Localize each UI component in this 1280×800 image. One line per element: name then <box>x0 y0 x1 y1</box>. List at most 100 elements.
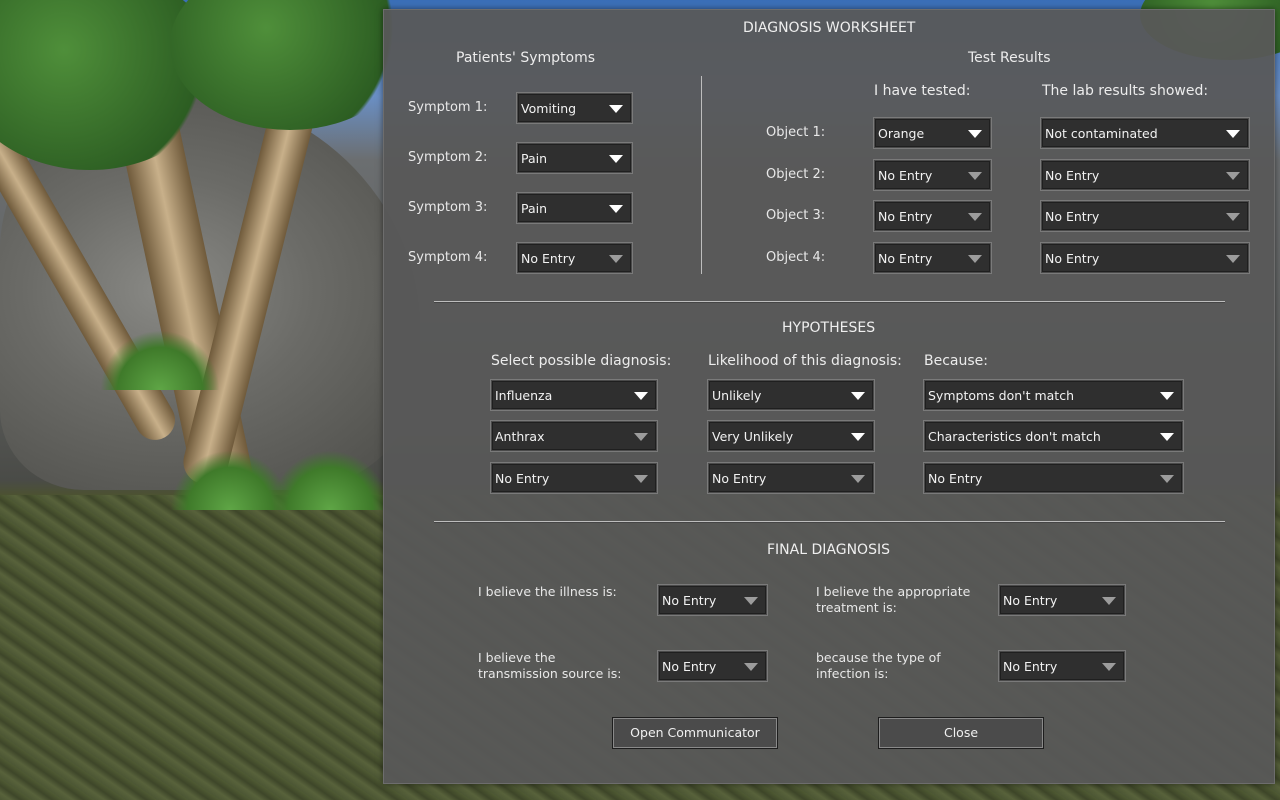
symptom-1-value: Vomiting <box>521 101 577 116</box>
transmission-source-label-line-2: transmission source is: <box>478 666 622 681</box>
object-1-lab-dropdown[interactable]: Not contaminated <box>1041 118 1249 148</box>
object-2-label: Object 2: <box>766 167 826 182</box>
illness-label-text: I believe the illness is: <box>478 584 617 599</box>
hypothesis-2-because-value: Characteristics don't match <box>928 429 1101 444</box>
chevron-down-icon <box>1226 213 1240 221</box>
hypotheses-heading: HYPOTHESES <box>782 320 876 336</box>
hypothesis-3-because-value: No Entry <box>928 471 983 486</box>
close-button[interactable]: Close <box>878 717 1044 749</box>
hypothesis-1-because-dropdown[interactable]: Symptoms don't match <box>924 380 1183 410</box>
illness-dropdown[interactable]: No Entry <box>658 585 767 615</box>
illness-label: I believe the illness is: <box>478 584 648 600</box>
hypothesis-1-likelihood-dropdown[interactable]: Unlikely <box>708 380 874 410</box>
symptom-1-label: Symptom 1: <box>408 100 488 115</box>
infection-type-label-line-2: infection is: <box>816 666 889 681</box>
hypothesis-3-because-dropdown[interactable]: No Entry <box>924 463 1183 493</box>
because-column-header: Because: <box>924 353 988 369</box>
chevron-down-icon <box>609 255 623 263</box>
object-2-tested-dropdown[interactable]: No Entry <box>874 160 991 190</box>
hypothesis-2-likelihood-dropdown[interactable]: Very Unlikely <box>708 421 874 451</box>
object-3-tested-value: No Entry <box>878 209 933 224</box>
object-4-label: Object 4: <box>766 250 826 265</box>
object-2-tested-value: No Entry <box>878 168 933 183</box>
object-3-lab-value: No Entry <box>1045 209 1100 224</box>
lab-results-column-header: The lab results showed: <box>1042 83 1209 99</box>
hypothesis-3-likelihood-dropdown[interactable]: No Entry <box>708 463 874 493</box>
open-communicator-button[interactable]: Open Communicator <box>612 717 778 749</box>
treatment-dropdown[interactable]: No Entry <box>999 585 1125 615</box>
symptom-2-dropdown[interactable]: Pain <box>517 143 632 173</box>
object-4-lab-value: No Entry <box>1045 251 1100 266</box>
infection-type-dropdown[interactable]: No Entry <box>999 651 1125 681</box>
chevron-down-icon <box>1102 597 1116 605</box>
transmission-source-dropdown[interactable]: No Entry <box>658 651 767 681</box>
chevron-down-icon <box>634 433 648 441</box>
likelihood-column-header: Likelihood of this diagnosis: <box>708 353 902 369</box>
transmission-source-value: No Entry <box>662 659 717 674</box>
chevron-down-icon <box>609 205 623 213</box>
object-2-lab-dropdown[interactable]: No Entry <box>1041 160 1249 190</box>
chevron-down-icon <box>609 105 623 113</box>
chevron-down-icon <box>851 475 865 483</box>
chevron-down-icon <box>634 475 648 483</box>
symptoms-heading: Patients' Symptoms <box>456 50 596 66</box>
symptom-3-label: Symptom 3: <box>408 200 488 215</box>
object-3-tested-dropdown[interactable]: No Entry <box>874 201 991 231</box>
chevron-down-icon <box>1160 392 1174 400</box>
hypothesis-2-because-dropdown[interactable]: Characteristics don't match <box>924 421 1183 451</box>
infection-type-label-line-1: because the type of <box>816 650 941 665</box>
object-1-lab-value: Not contaminated <box>1045 126 1158 141</box>
chevron-down-icon <box>744 597 758 605</box>
symptom-3-value: Pain <box>521 201 548 216</box>
chevron-down-icon <box>609 155 623 163</box>
hypothesis-2-diagnosis-value: Anthrax <box>495 429 545 444</box>
hypothesis-1-because-value: Symptoms don't match <box>928 388 1075 403</box>
hypothesis-1-diagnosis-value: Influenza <box>495 388 553 403</box>
treatment-label-line-2: treatment is: <box>816 600 897 615</box>
transmission-source-label: I believe the transmission source is: <box>478 650 648 682</box>
section-divider <box>434 521 1225 522</box>
treatment-value: No Entry <box>1003 593 1058 608</box>
hypothesis-1-likelihood-value: Unlikely <box>712 388 762 403</box>
chevron-down-icon <box>851 392 865 400</box>
treatment-label-line-1: I believe the appropriate <box>816 584 971 599</box>
object-2-lab-value: No Entry <box>1045 168 1100 183</box>
symptom-4-value: No Entry <box>521 251 576 266</box>
chevron-down-icon <box>1226 130 1240 138</box>
object-4-lab-dropdown[interactable]: No Entry <box>1041 243 1249 273</box>
chevron-down-icon <box>1160 475 1174 483</box>
object-3-lab-dropdown[interactable]: No Entry <box>1041 201 1249 231</box>
hypothesis-3-diagnosis-value: No Entry <box>495 471 550 486</box>
chevron-down-icon <box>1102 663 1116 671</box>
section-divider <box>434 301 1225 302</box>
object-3-label: Object 3: <box>766 208 826 223</box>
treatment-label: I believe the appropriate treatment is: <box>816 584 986 616</box>
chevron-down-icon <box>1160 433 1174 441</box>
fern-plant <box>100 330 220 390</box>
symptom-4-dropdown[interactable]: No Entry <box>517 243 632 273</box>
symptom-3-dropdown[interactable]: Pain <box>517 193 632 223</box>
hypothesis-2-diagnosis-dropdown[interactable]: Anthrax <box>491 421 657 451</box>
chevron-down-icon <box>968 255 982 263</box>
diagnosis-worksheet-panel: DIAGNOSIS WORKSHEET Patients' Symptoms S… <box>383 9 1275 784</box>
test-results-heading: Test Results <box>968 50 1051 66</box>
hypothesis-3-diagnosis-dropdown[interactable]: No Entry <box>491 463 657 493</box>
hypothesis-3-likelihood-value: No Entry <box>712 471 767 486</box>
object-1-tested-dropdown[interactable]: Orange <box>874 118 991 148</box>
chevron-down-icon <box>851 433 865 441</box>
chevron-down-icon <box>968 213 982 221</box>
chevron-down-icon <box>968 172 982 180</box>
hypothesis-2-likelihood-value: Very Unlikely <box>712 429 794 444</box>
infection-type-value: No Entry <box>1003 659 1058 674</box>
object-4-tested-dropdown[interactable]: No Entry <box>874 243 991 273</box>
tested-column-header: I have tested: <box>874 83 971 99</box>
symptom-1-dropdown[interactable]: Vomiting <box>517 93 632 123</box>
chevron-down-icon <box>744 663 758 671</box>
object-4-tested-value: No Entry <box>878 251 933 266</box>
diagnosis-column-header: Select possible diagnosis: <box>491 353 672 369</box>
infection-type-label: because the type of infection is: <box>816 650 986 682</box>
object-1-label: Object 1: <box>766 125 826 140</box>
symptom-2-value: Pain <box>521 151 548 166</box>
hypothesis-1-diagnosis-dropdown[interactable]: Influenza <box>491 380 657 410</box>
symptom-4-label: Symptom 4: <box>408 250 488 265</box>
